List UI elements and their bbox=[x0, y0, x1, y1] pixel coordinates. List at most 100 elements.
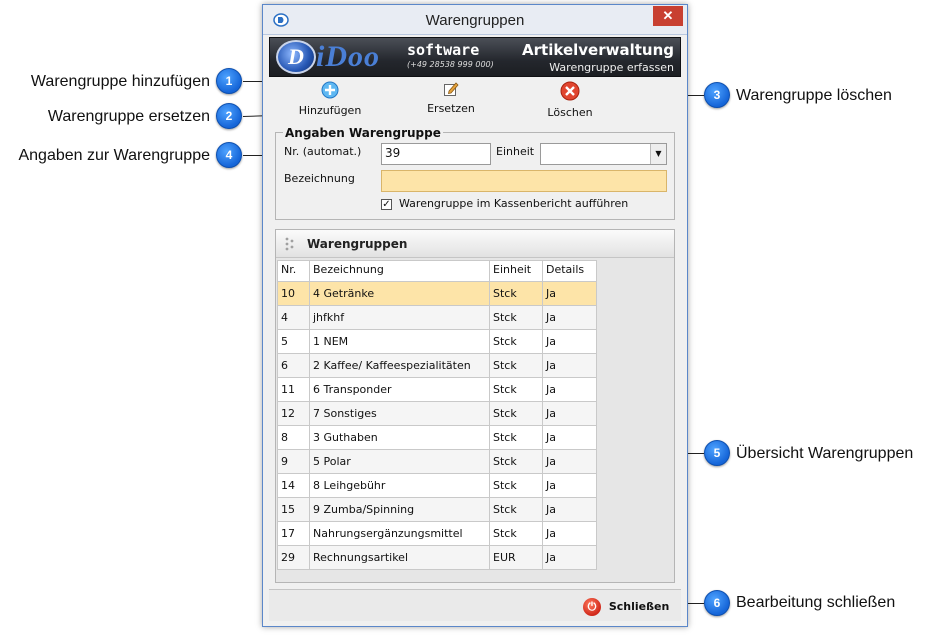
cell-einheit: Stck bbox=[489, 473, 543, 498]
cell-nr: 11 bbox=[277, 377, 310, 402]
cell-bezeichnung: 8 Leihgebühr bbox=[309, 473, 490, 498]
table-row[interactable]: 29 Rechnungsartikel EUR Ja bbox=[277, 545, 597, 570]
app-subtitle: Warengruppe erfassen bbox=[549, 61, 674, 74]
cell-details: Ja bbox=[542, 401, 597, 426]
table-row[interactable]: 95 Polar Stck Ja bbox=[277, 449, 597, 474]
replace-label: Ersetzen bbox=[427, 102, 475, 115]
column-header-details[interactable]: Details bbox=[542, 260, 597, 282]
cell-bezeichnung: jhfkhf bbox=[309, 305, 490, 330]
cell-einheit: EUR bbox=[489, 545, 543, 570]
table-row[interactable]: 83 Guthaben Stck Ja bbox=[277, 425, 597, 450]
warengruppen-window: Warengruppen ✕ D iDoo software (+49 2853… bbox=[262, 4, 688, 627]
cell-einheit: Stck bbox=[489, 377, 543, 402]
cell-details: Ja bbox=[542, 497, 597, 522]
table-row[interactable]: 14 8 Leihgebühr Stck Ja bbox=[277, 473, 597, 498]
close-editing-button[interactable]: ⏻ Schließen bbox=[583, 598, 669, 616]
panel-title: Warengruppen bbox=[307, 237, 408, 251]
window-title: Warengruppen bbox=[425, 12, 525, 29]
cell-nr: 4 bbox=[277, 305, 310, 330]
cell-nr: 9 bbox=[277, 449, 310, 474]
cell-bezeichnung: 3 Guthaben bbox=[309, 425, 490, 450]
unit-select[interactable]: ▼ bbox=[540, 143, 667, 165]
nr-label: Nr. (automat.) bbox=[284, 145, 362, 158]
cell-bezeichnung: 7 Sonstiges bbox=[309, 401, 490, 426]
cell-details: Ja bbox=[542, 305, 597, 330]
annotation-3-badge: 3 bbox=[704, 82, 730, 108]
cell-nr: 5 bbox=[277, 329, 310, 354]
nr-field[interactable]: 39 bbox=[381, 143, 491, 165]
table-row[interactable]: 11 6 Transponder Stck Ja bbox=[277, 377, 597, 402]
power-icon: ⏻ bbox=[583, 598, 601, 616]
annotation-3-text: Warengruppe löschen bbox=[736, 87, 892, 104]
cell-einheit: Stck bbox=[489, 449, 543, 474]
cell-bezeichnung: Nahrungsergänzungsmittel bbox=[309, 521, 490, 546]
annotation-1-text: Warengruppe hinzufügen bbox=[30, 73, 210, 90]
annotation-4-text: Angaben zur Warengruppe bbox=[18, 147, 210, 164]
desc-label: Bezeichnung bbox=[284, 172, 355, 185]
annotation-6-badge: 6 bbox=[704, 590, 730, 616]
close-editing-label: Schließen bbox=[608, 600, 670, 613]
add-button[interactable]: Hinzufügen bbox=[295, 81, 365, 117]
logo-icon: D bbox=[276, 40, 316, 74]
warengruppen-panel: Warengruppen Nr. Bezeichnung Einheit Det… bbox=[275, 229, 675, 583]
annotation-4-badge: 4 bbox=[216, 142, 242, 168]
chevron-down-icon[interactable]: ▼ bbox=[650, 144, 666, 164]
add-icon bbox=[295, 81, 365, 102]
title-bar[interactable]: Warengruppen ✕ bbox=[263, 5, 687, 35]
details-group-legend: Angaben Warengruppe bbox=[283, 126, 443, 140]
warengruppen-table: Nr. Bezeichnung Einheit Details 10 4 Getr… bbox=[277, 260, 597, 570]
desc-field[interactable] bbox=[381, 170, 667, 192]
grip-icon bbox=[283, 236, 297, 255]
table-row[interactable]: 17 Nahrungsergänzungsmittel Stck Ja bbox=[277, 521, 597, 546]
column-header-nr[interactable]: Nr. bbox=[277, 260, 310, 282]
brand-banner: D iDoo software (+49 28538 999 000) Arti… bbox=[269, 37, 681, 77]
annotation-6-text: Bearbeitung schließen bbox=[736, 594, 896, 611]
cell-einheit: Stck bbox=[489, 329, 543, 354]
cell-details: Ja bbox=[542, 545, 597, 570]
cell-nr: 15 bbox=[277, 497, 310, 522]
cell-einheit: Stck bbox=[489, 425, 543, 450]
delete-icon bbox=[535, 81, 605, 104]
cell-details: Ja bbox=[542, 353, 597, 378]
footer-bar: ⏻ Schließen bbox=[269, 589, 681, 621]
cell-details: Ja bbox=[542, 281, 597, 306]
unit-label: Einheit bbox=[496, 145, 535, 158]
annotation-2-badge: 2 bbox=[216, 103, 242, 129]
cell-einheit: Stck bbox=[489, 281, 543, 306]
table-row[interactable]: 10 4 Getränke Stck Ja bbox=[277, 281, 597, 306]
table-row[interactable]: 12 7 Sonstiges Stck Ja bbox=[277, 401, 597, 426]
window-close-button[interactable]: ✕ bbox=[653, 6, 683, 26]
cell-nr: 17 bbox=[277, 521, 310, 546]
table-row[interactable]: 51 NEM Stck Ja bbox=[277, 329, 597, 354]
kassenbericht-checkbox[interactable]: ✓ bbox=[381, 199, 392, 210]
table-row[interactable]: 15 9 Zumba/Spinning Stck Ja bbox=[277, 497, 597, 522]
cell-details: Ja bbox=[542, 377, 597, 402]
kassenbericht-label: Warengruppe im Kassenbericht aufführen bbox=[399, 197, 629, 210]
replace-button[interactable]: Ersetzen bbox=[415, 81, 487, 115]
cell-details: Ja bbox=[542, 473, 597, 498]
annotation-1-badge: 1 bbox=[216, 68, 242, 94]
annotation-2-text: Warengruppe ersetzen bbox=[47, 108, 210, 125]
cell-bezeichnung: 9 Zumba/Spinning bbox=[309, 497, 490, 522]
software-label: software bbox=[407, 41, 480, 59]
delete-button[interactable]: Löschen bbox=[535, 81, 605, 119]
table-row[interactable]: 4 jhfkhf Stck Ja bbox=[277, 305, 597, 330]
cell-bezeichnung: Rechnungsartikel bbox=[309, 545, 490, 570]
table-row[interactable]: 62 Kaffee/ Kaffeespezialitäten Stck Ja bbox=[277, 353, 597, 378]
cell-bezeichnung: 2 Kaffee/ Kaffeespezialitäten bbox=[309, 353, 490, 378]
cell-nr: 14 bbox=[277, 473, 310, 498]
cell-bezeichnung: 4 Getränke bbox=[309, 281, 490, 306]
table-header-row: Nr. Bezeichnung Einheit Details bbox=[277, 260, 597, 282]
cell-details: Ja bbox=[542, 449, 597, 474]
app-title: Artikelverwaltung bbox=[522, 41, 674, 59]
cell-details: Ja bbox=[542, 521, 597, 546]
column-header-einheit[interactable]: Einheit bbox=[489, 260, 543, 282]
annotation-5-badge: 5 bbox=[704, 440, 730, 466]
table-body: 10 4 Getränke Stck Ja 4 jhfkhf Stck Ja 5 1 NEM Stc… bbox=[277, 281, 597, 570]
cell-nr: 6 bbox=[277, 353, 310, 378]
phone-number: (+49 28538 999 000) bbox=[407, 60, 494, 69]
cell-bezeichnung: 6 Transponder bbox=[309, 377, 490, 402]
cell-nr: 29 bbox=[277, 545, 310, 570]
column-header-bezeichnung[interactable]: Bezeichnung bbox=[309, 260, 490, 282]
delete-label: Löschen bbox=[547, 106, 593, 119]
